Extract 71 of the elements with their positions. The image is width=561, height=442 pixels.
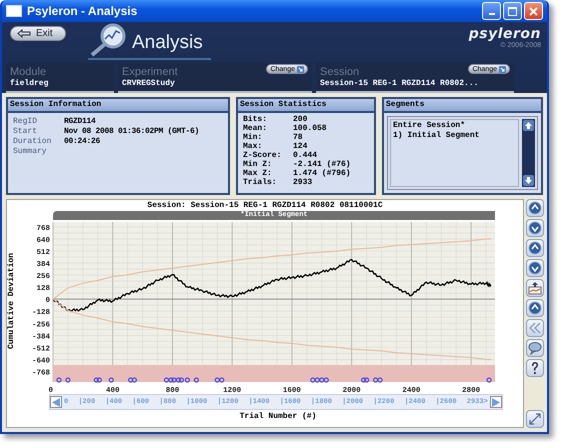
field-value: 00:24:26	[64, 136, 100, 146]
field-label: Summary	[13, 146, 48, 156]
panel-title: Session Information	[8, 99, 228, 113]
expand-button[interactable]	[526, 410, 544, 428]
section-title: Analysis	[132, 32, 203, 55]
selector-label: Module	[10, 66, 46, 78]
stat-label: Min:	[243, 133, 264, 142]
stat-value: 78	[293, 133, 303, 142]
close-icon	[529, 6, 538, 16]
panel-title: Segments	[384, 99, 541, 113]
stat-value: 100.058	[293, 124, 327, 133]
close-button[interactable]	[524, 2, 543, 20]
zoom-in-button[interactable]	[526, 199, 544, 217]
export-data-button[interactable]	[526, 299, 544, 317]
help-button[interactable]	[526, 359, 544, 377]
selector-value: CRVREGStudy	[122, 79, 176, 88]
selector-label: Session	[320, 66, 360, 78]
comment-button[interactable]	[526, 339, 544, 357]
maximize-icon	[508, 6, 517, 16]
stat-label: Max Z:	[243, 169, 273, 178]
field-value: Nov 08 2008 01:36:02PM (GMT-6)	[64, 126, 200, 136]
magnifier-chart-icon	[88, 22, 128, 58]
right-triangle-icon	[492, 398, 500, 406]
maximize-button[interactable]	[503, 2, 522, 20]
double-chevron-icon	[528, 321, 542, 335]
scrollbar[interactable]	[522, 119, 535, 187]
stat-label: Max:	[243, 142, 264, 151]
stat-label: Trials:	[243, 178, 278, 187]
scroll-left-button[interactable]	[50, 396, 62, 408]
chart-upload-icon	[528, 281, 542, 295]
field-label: Start	[13, 126, 38, 136]
zoom-fit-button[interactable]	[526, 239, 544, 257]
stat-value: 124	[293, 142, 308, 151]
stat-value: -2.141 (#76)	[293, 160, 351, 169]
brand-logo: psyleron	[468, 26, 541, 42]
stat-value: 1.474 (#796)	[293, 169, 351, 178]
segment-item[interactable]: Entire Session*	[393, 121, 516, 131]
minimize-button[interactable]	[482, 2, 501, 20]
chart-title: Session: Session-15 REG-1 RGZD114 R0802 08110001C	[147, 201, 383, 211]
left-triangle-icon	[52, 398, 60, 406]
y-axis-label: Cumulative Deviation	[7, 252, 17, 352]
stat-value: 200	[293, 115, 308, 124]
selector-value: fieldreg	[10, 79, 50, 88]
export-chart-button[interactable]	[526, 279, 544, 297]
zoom-out-button[interactable]	[526, 219, 544, 237]
scroll-up-icon[interactable]	[523, 120, 534, 131]
panel-title: Session Statistics	[238, 99, 374, 113]
scroll-right-button[interactable]	[490, 396, 502, 408]
stat-label: Z-Score:	[243, 151, 282, 160]
back-arrow-icon	[17, 29, 31, 38]
stat-value: 0.444	[293, 151, 318, 160]
stat-value: 2933	[293, 178, 312, 187]
scroll-down-icon[interactable]	[523, 175, 534, 186]
arrow-icon	[297, 66, 304, 72]
window-title: Psyleron - Analysis	[27, 4, 138, 18]
stat-label: Mean:	[243, 124, 268, 133]
x-axis-label: Trial Number (#)	[238, 412, 318, 421]
selector-value: Session-15 REG-1 RGZD114 R0802...	[320, 79, 480, 88]
speech-bubble-icon	[528, 341, 542, 355]
selector-label: Experiment	[122, 66, 178, 78]
window-icon	[6, 5, 22, 17]
segment-item[interactable]: 1) Initial Segment	[393, 131, 516, 141]
field-label: RegID	[13, 116, 38, 126]
stat-label: Bits:	[243, 115, 268, 124]
exit-button[interactable]: Exit	[10, 26, 66, 41]
field-value: RGZD114	[64, 116, 96, 126]
stat-label: Min Z:	[243, 160, 273, 169]
arrow-icon	[499, 66, 506, 72]
field-label: Duration	[13, 136, 52, 146]
expand-arrows-icon	[528, 412, 542, 426]
zoom-reset-button[interactable]	[526, 259, 544, 277]
